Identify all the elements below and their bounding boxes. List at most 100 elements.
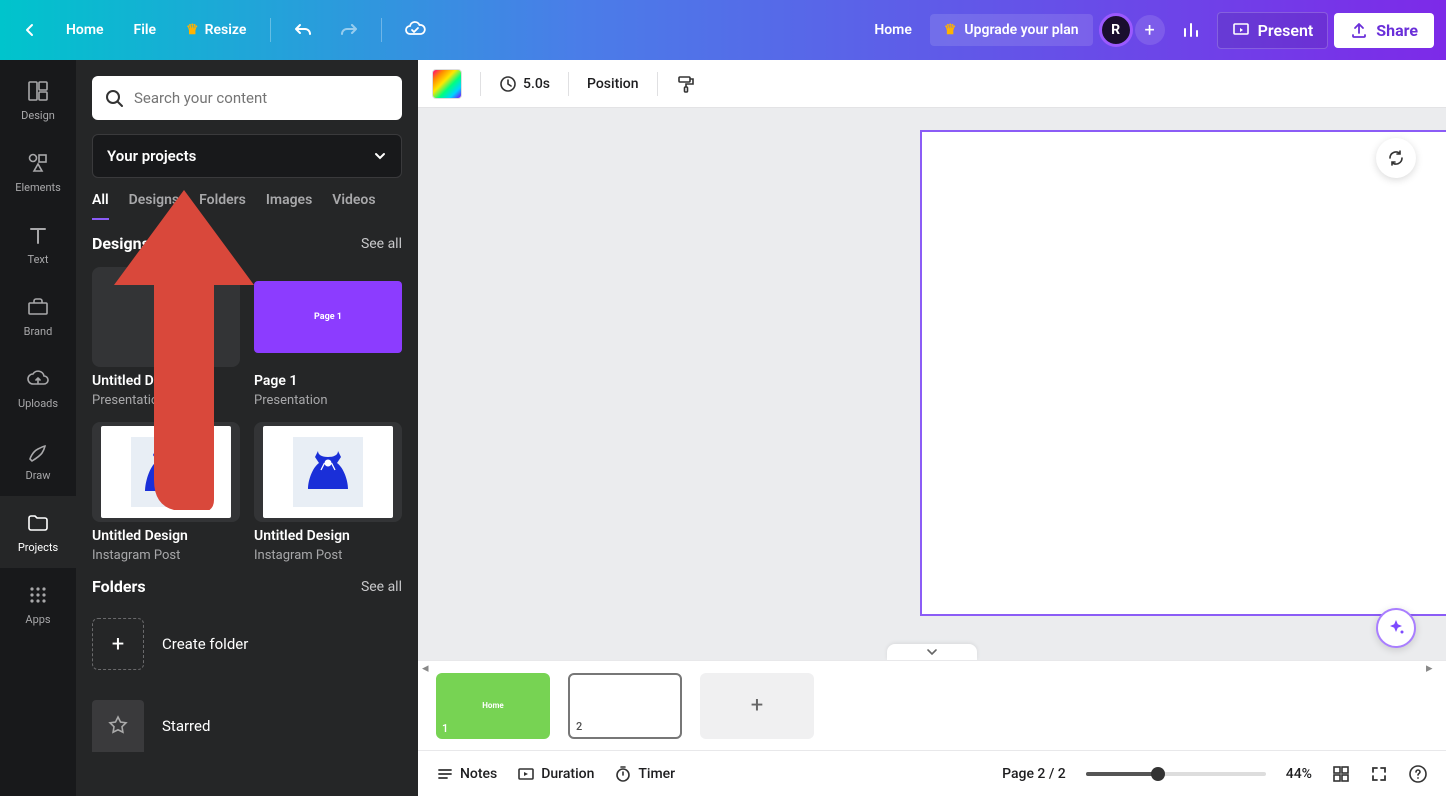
designs-grid: Untitled Design Presentation Page 1 Page… — [92, 267, 402, 563]
scroll-right[interactable]: ▸ — [1426, 661, 1442, 677]
invite-button[interactable]: + — [1135, 15, 1165, 45]
starred-folder-row[interactable]: Starred — [92, 692, 402, 760]
page-thumb-1[interactable]: Home 1 — [436, 673, 550, 739]
share-label: Share — [1376, 21, 1418, 40]
design-card[interactable]: Untitled Design Instagram Post — [254, 422, 402, 563]
fullscreen-button[interactable] — [1370, 765, 1388, 783]
resize-label: Resize — [205, 22, 247, 38]
tab-images[interactable]: Images — [266, 192, 312, 220]
design-card[interactable]: Untitled Design Presentation — [92, 267, 240, 408]
help-button[interactable] — [1408, 764, 1428, 784]
create-folder-row[interactable]: + Create folder — [92, 610, 402, 678]
canvas-area: 5.0s Position ◂ Home 1 — [418, 60, 1446, 796]
crown-icon: ♛ — [186, 22, 199, 38]
tab-designs[interactable]: Designs — [129, 192, 179, 220]
sidebar-item-projects[interactable]: Projects — [0, 496, 76, 568]
slider-knob[interactable] — [1151, 767, 1165, 781]
design-title: Untitled Design — [254, 528, 402, 544]
sidebar-item-uploads[interactable]: Uploads — [0, 352, 76, 424]
redo-button[interactable] — [329, 12, 369, 48]
main: Design Elements Text Brand Uploads Draw … — [0, 60, 1446, 796]
create-folder-label: Create folder — [162, 635, 248, 653]
resize-button[interactable]: ♛ Resize — [174, 14, 258, 46]
sidebar-item-brand[interactable]: Brand — [0, 280, 76, 352]
cloud-sync-button[interactable] — [394, 11, 436, 49]
sidebar-label: Uploads — [18, 397, 58, 410]
grid-view-button[interactable] — [1332, 765, 1350, 783]
zoom-slider[interactable] — [1086, 772, 1266, 776]
chart-bar-icon — [1181, 20, 1201, 40]
avatar[interactable]: R — [1099, 13, 1133, 47]
search-box[interactable] — [92, 76, 402, 120]
upgrade-label: Upgrade your plan — [964, 22, 1078, 38]
styles-button[interactable] — [676, 74, 696, 94]
scroll-left[interactable]: ◂ — [422, 661, 438, 677]
design-card[interactable]: Untitled Design Instagram Post — [92, 422, 240, 563]
file-menu[interactable]: File — [122, 14, 169, 46]
add-page-button[interactable]: + — [700, 673, 814, 739]
duration-button[interactable]: 5.0s — [499, 75, 550, 93]
present-button[interactable]: Present — [1217, 12, 1329, 49]
upgrade-button[interactable]: ♛ Upgrade your plan — [930, 14, 1093, 46]
page-thumb-2[interactable]: 2 — [568, 673, 682, 739]
plus-icon: + — [1145, 20, 1155, 41]
sidebar-item-apps[interactable]: Apps — [0, 568, 76, 640]
see-all-link[interactable]: See all — [361, 236, 402, 252]
undo-button[interactable] — [283, 12, 323, 48]
designs-header-label: Designs — [92, 234, 150, 253]
page-color-button[interactable] — [432, 69, 462, 99]
timer-label: Timer — [638, 766, 675, 782]
sidebar-item-draw[interactable]: Draw — [0, 424, 76, 496]
design-card[interactable]: Page 1 Page 1 Presentation — [254, 267, 402, 408]
thumb-text: Home — [482, 701, 503, 710]
sidebar-label: Text — [28, 253, 49, 266]
redo-icon — [339, 20, 359, 40]
zoom-label: 44% — [1286, 766, 1312, 782]
canvas-page[interactable] — [920, 130, 1446, 616]
drawer-handle[interactable] — [887, 644, 977, 660]
sidebar-item-design[interactable]: Design — [0, 64, 76, 136]
template-icon — [26, 79, 50, 103]
position-button[interactable]: Position — [587, 76, 639, 92]
search-input[interactable] — [134, 89, 390, 107]
tab-all[interactable]: All — [92, 192, 109, 220]
notes-button[interactable]: Notes — [436, 765, 497, 783]
see-all-link[interactable]: See all — [361, 579, 402, 595]
insights-button[interactable] — [1171, 12, 1211, 48]
fullscreen-icon — [1370, 765, 1388, 783]
duration-button[interactable]: Duration — [517, 765, 594, 783]
tab-folders[interactable]: Folders — [199, 192, 246, 220]
page-indicator[interactable]: Page 2 / 2 — [1002, 766, 1066, 782]
design-subtitle: Presentation — [254, 393, 402, 408]
undo-icon — [293, 20, 313, 40]
projects-dropdown[interactable]: Your projects — [92, 134, 402, 178]
sidebar-item-elements[interactable]: Elements — [0, 136, 76, 208]
stopwatch-icon — [614, 765, 632, 783]
canvas-body[interactable] — [418, 108, 1446, 660]
design-thumb — [254, 422, 402, 522]
zoom-value[interactable]: 44% — [1286, 766, 1312, 782]
sidebar-label: Projects — [18, 541, 58, 554]
tab-videos[interactable]: Videos — [332, 192, 375, 220]
design-subtitle: Instagram Post — [254, 548, 402, 563]
home-right-button[interactable]: Home — [862, 14, 924, 46]
sidebar-item-text[interactable]: Text — [0, 208, 76, 280]
regenerate-fab[interactable] — [1376, 138, 1416, 178]
design-title: Untitled Design — [92, 528, 240, 544]
sidebar-label: Design — [21, 109, 55, 122]
thumb-text: Page 1 — [254, 281, 402, 353]
timer-button[interactable]: Timer — [614, 765, 675, 783]
position-label: Position — [587, 76, 639, 92]
text-icon — [26, 223, 50, 247]
home-menu[interactable]: Home — [54, 14, 116, 46]
share-button[interactable]: Share — [1334, 13, 1434, 48]
design-thumb — [92, 422, 240, 522]
separator — [657, 72, 658, 96]
magic-fab[interactable] — [1376, 608, 1416, 648]
design-subtitle: Instagram Post — [92, 548, 240, 563]
home-right-label: Home — [874, 22, 912, 38]
back-button[interactable] — [12, 14, 48, 46]
chevron-left-icon — [22, 22, 38, 38]
cloud-upload-icon — [26, 367, 50, 391]
help-icon — [1408, 764, 1428, 784]
